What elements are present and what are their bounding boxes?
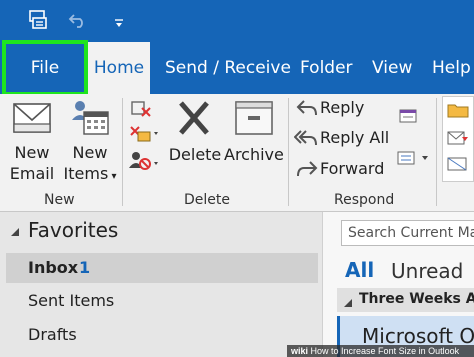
delete-label: Delete [168, 145, 222, 164]
to-manager-icon [447, 129, 469, 152]
watermark-banner: wiki How to Increase Font Size in Outloo… [287, 345, 474, 357]
favorites-header[interactable]: Favorites [28, 218, 118, 242]
ribbon-separator [122, 98, 123, 206]
folder-pane: Favorites Inbox 1 Sent Items Drafts [0, 212, 322, 357]
reply-all-button[interactable]: Reply All [293, 127, 394, 152]
reply-all-label: Reply All [320, 128, 390, 147]
new-email-icon [12, 100, 52, 141]
group-label-respond: Respond [334, 192, 395, 208]
message-list-pane: Search Current Mail All Unread Three Wee… [322, 212, 474, 357]
customize-dropdown-icon[interactable] [114, 13, 124, 32]
meeting-reply-icon[interactable] [398, 108, 418, 129]
group-header-label: Three Weeks A [359, 291, 474, 307]
group-header[interactable]: Three Weeks A [337, 288, 474, 312]
team-email-icon [447, 155, 469, 178]
new-items-dropdown-icon: ▾ [108, 171, 117, 182]
filter-all[interactable]: All [345, 258, 374, 282]
quick-access-toolbar [0, 0, 474, 42]
new-items-label-line2: Items [63, 164, 109, 183]
search-placeholder: Search Current Mail [348, 225, 474, 241]
new-items-label-line1: New [72, 143, 108, 162]
delete-button[interactable]: Delete [168, 96, 222, 188]
archive-icon [234, 100, 274, 141]
archive-button[interactable]: Archive [224, 96, 284, 188]
new-items-icon [68, 98, 112, 143]
collapse-triangle-icon[interactable] [10, 224, 20, 242]
unread-count-badge: 1 [79, 258, 91, 277]
watermark-brand: wiki [291, 346, 309, 356]
undo-icon[interactable] [68, 12, 88, 32]
archive-label: Archive [224, 145, 284, 164]
new-email-label-line1: New [14, 143, 50, 162]
folder-item-sent-items[interactable]: Sent Items [28, 291, 114, 310]
new-items-label: New Items ▾ [60, 142, 120, 187]
folder-item-drafts[interactable]: Drafts [28, 325, 77, 344]
watermark-text: How to Increase Font Size in Outlook [310, 346, 460, 356]
clean-up-icon[interactable] [128, 124, 158, 149]
send-receive-icon[interactable] [28, 9, 48, 35]
ignore-icon[interactable] [130, 98, 152, 123]
forward-icon [296, 160, 318, 183]
move-to-folder-icon [447, 101, 469, 124]
group-label-delete: Delete [184, 192, 230, 208]
delete-icon [176, 98, 212, 143]
tab-folder[interactable]: Folder [300, 42, 353, 94]
junk-icon[interactable] [128, 150, 158, 177]
new-items-button[interactable]: New Items ▾ [60, 96, 120, 188]
folder-item-inbox-label: Inbox [28, 258, 79, 277]
forward-button[interactable]: Forward [294, 158, 394, 180]
group-collapse-icon [343, 295, 353, 313]
reply-button[interactable]: Reply [294, 97, 394, 119]
quick-steps-box[interactable] [442, 96, 474, 182]
reply-all-icon [293, 129, 318, 152]
im-reply-icon[interactable] [396, 150, 430, 171]
ribbon-home: New Email New Items ▾ New Delete Archive [0, 94, 474, 212]
ribbon-separator [288, 98, 289, 206]
filter-unread[interactable]: Unread [391, 259, 463, 283]
tab-home[interactable]: Home [88, 42, 150, 94]
tab-file[interactable]: File [2, 40, 88, 96]
new-email-label-line2: Email [9, 164, 55, 183]
new-email-button[interactable]: New Email [4, 96, 60, 188]
search-box[interactable]: Search Current Mail [341, 220, 474, 246]
reply-icon [296, 99, 318, 122]
forward-label: Forward [320, 159, 385, 178]
tab-send-receive[interactable]: Send / Receive [165, 42, 291, 94]
new-email-label: New Email [4, 142, 60, 184]
group-label-new: New [44, 192, 75, 208]
folder-item-inbox[interactable]: Inbox 1 [6, 253, 318, 283]
tab-help[interactable]: Help [432, 42, 471, 94]
tab-view[interactable]: View [372, 42, 412, 94]
reply-label: Reply [320, 98, 365, 117]
ribbon-separator [436, 98, 437, 206]
